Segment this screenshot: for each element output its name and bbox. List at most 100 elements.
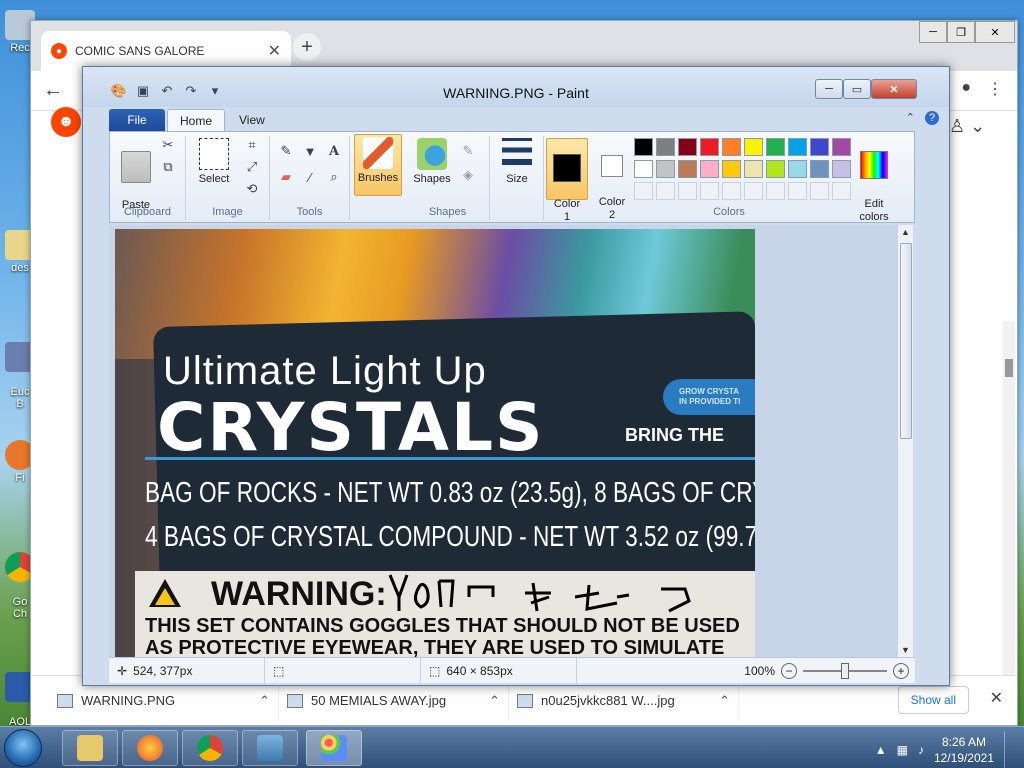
start-button[interactable] <box>4 729 42 767</box>
palette-swatch[interactable] <box>788 182 807 200</box>
reddit-logo-icon[interactable]: ☻ <box>51 107 81 137</box>
tab-view[interactable]: View <box>227 109 277 131</box>
taskbar-photos[interactable] <box>242 730 298 766</box>
paste-button[interactable]: Paste <box>116 138 156 212</box>
network-icon[interactable]: ▦ <box>897 743 908 757</box>
crop-icon[interactable]: ⌗ <box>242 136 262 154</box>
show-all-downloads-button[interactable]: Show all <box>897 686 969 714</box>
new-tab-button[interactable]: + <box>293 33 321 61</box>
copy-icon[interactable]: ⧉ <box>158 158 178 176</box>
browser-minimize-button[interactable]: ─ <box>919 21 947 43</box>
palette-swatch[interactable] <box>722 160 741 178</box>
magnifier-icon[interactable]: ⌕ <box>324 168 344 186</box>
download-item[interactable]: 50 MEMIALS AWAY.jpg ⌃ <box>279 680 509 721</box>
menu-dots-icon[interactable]: ⋮ <box>987 79 1003 99</box>
palette-swatch[interactable] <box>832 160 851 178</box>
canvas-scroll-thumb[interactable] <box>900 243 912 439</box>
palette-swatch[interactable] <box>678 182 697 200</box>
tab-home[interactable]: Home <box>167 109 226 131</box>
brushes-button[interactable]: Brushes <box>354 134 402 196</box>
scroll-up-icon[interactable]: ▲ <box>901 227 910 237</box>
chevron-up-icon[interactable]: ⌃ <box>259 693 270 709</box>
palette-swatch[interactable] <box>788 138 807 156</box>
chevron-up-icon[interactable]: ⌃ <box>719 693 730 709</box>
select-button[interactable]: Select <box>192 138 236 186</box>
palette-swatch[interactable] <box>744 182 763 200</box>
palette-swatch[interactable] <box>832 182 851 200</box>
collapse-ribbon-icon[interactable]: ⌃ <box>906 111 915 125</box>
palette-swatch[interactable] <box>810 138 829 156</box>
zoom-slider[interactable] <box>803 662 887 679</box>
taskbar-paint[interactable] <box>306 730 362 766</box>
palette-swatch[interactable] <box>744 160 763 178</box>
palette-swatch[interactable] <box>634 182 653 200</box>
taskbar-chrome[interactable] <box>182 730 238 766</box>
palette-swatch[interactable] <box>810 182 829 200</box>
user-menu[interactable]: ♙ ⌄ <box>949 116 989 156</box>
palette-swatch[interactable] <box>722 138 741 156</box>
scroll-down-icon[interactable]: ▼ <box>901 645 910 655</box>
canvas-area[interactable]: Ultimate Light Up CRYSTALS GROW CRYSTA I… <box>109 225 913 657</box>
palette-swatch[interactable] <box>700 138 719 156</box>
paint-maximize-button[interactable]: ▭ <box>843 79 871 99</box>
back-arrow-icon[interactable]: ← <box>43 79 63 102</box>
outline-icon[interactable]: ✎ <box>458 142 478 160</box>
palette-swatch[interactable] <box>810 160 829 178</box>
browser-scroll-thumb[interactable] <box>1005 359 1013 377</box>
fill-shape-icon[interactable]: ◈ <box>458 166 478 184</box>
palette-swatch[interactable] <box>766 138 785 156</box>
canvas-image[interactable]: Ultimate Light Up CRYSTALS GROW CRYSTA I… <box>115 229 755 657</box>
paint-titlebar[interactable]: 🎨 ▣ ↶ ↷ ▾ WARNING.PNG - Paint ─ ▭ ✕ <box>83 67 949 107</box>
eraser-icon[interactable]: ▰ <box>276 168 296 186</box>
color-picker-icon[interactable]: ⁄ <box>300 168 320 186</box>
clock[interactable]: 8:26 AM 12/19/2021 <box>934 734 994 766</box>
browser-tab[interactable]: ● COMIC SANS GALORE ✕ <box>41 31 291 71</box>
tray-expand-icon[interactable]: ▲ <box>875 743 887 757</box>
zoom-out-button[interactable]: − <box>781 662 797 679</box>
palette-swatch[interactable] <box>678 138 697 156</box>
palette-swatch[interactable] <box>634 138 653 156</box>
volume-icon[interactable]: ♪ <box>918 743 924 757</box>
chevron-up-icon[interactable]: ⌃ <box>489 693 500 709</box>
palette-swatch[interactable] <box>678 160 697 178</box>
palette-swatch[interactable] <box>700 182 719 200</box>
browser-maximize-button[interactable]: ❐ <box>947 21 975 43</box>
profile-icon[interactable]: ● <box>961 79 971 99</box>
palette-swatch[interactable] <box>656 160 675 178</box>
taskbar-firefox[interactable] <box>122 730 178 766</box>
pencil-icon[interactable]: ✎ <box>276 142 296 160</box>
palette-swatch[interactable] <box>832 138 851 156</box>
palette-swatch[interactable] <box>722 182 741 200</box>
resize-icon[interactable]: ⤢ <box>242 158 262 176</box>
palette-swatch[interactable] <box>656 182 675 200</box>
shapes-button[interactable]: Shapes <box>410 138 454 186</box>
show-desktop-button[interactable] <box>1004 731 1016 768</box>
canvas-vertical-scrollbar[interactable]: ▲ ▼ <box>897 225 913 657</box>
zoom-in-button[interactable]: + <box>893 662 909 679</box>
download-item[interactable]: WARNING.PNG ⌃ <box>49 680 279 721</box>
palette-swatch[interactable] <box>700 160 719 178</box>
browser-close-button[interactable]: ✕ <box>975 21 1015 43</box>
paint-minimize-button[interactable]: ─ <box>815 79 843 99</box>
close-downloads-icon[interactable]: ✕ <box>990 688 1003 708</box>
palette-swatch[interactable] <box>788 160 807 178</box>
taskbar-explorer[interactable] <box>62 730 118 766</box>
palette-swatch[interactable] <box>744 138 763 156</box>
paint-close-button[interactable]: ✕ <box>871 79 917 99</box>
rotate-icon[interactable]: ⟲ <box>242 180 262 198</box>
cut-icon[interactable]: ✂ <box>158 136 178 154</box>
palette-swatch[interactable] <box>766 160 785 178</box>
text-icon[interactable]: A <box>324 142 344 160</box>
palette-swatch[interactable] <box>634 160 653 178</box>
download-item[interactable]: n0u25jvkkc881 W....jpg ⌃ <box>509 680 739 721</box>
fill-icon[interactable]: ▼ <box>300 142 320 160</box>
browser-scrollbar[interactable] <box>1003 321 1015 721</box>
color1-button[interactable]: Color 1 <box>546 138 588 223</box>
help-icon[interactable]: ? <box>925 111 939 125</box>
size-button[interactable]: Size <box>496 138 538 186</box>
zoom-slider-thumb[interactable] <box>841 662 849 679</box>
tab-file[interactable]: File <box>109 109 165 131</box>
palette-swatch[interactable] <box>656 138 675 156</box>
palette-swatch[interactable] <box>766 182 785 200</box>
close-tab-icon[interactable]: ✕ <box>268 41 281 61</box>
